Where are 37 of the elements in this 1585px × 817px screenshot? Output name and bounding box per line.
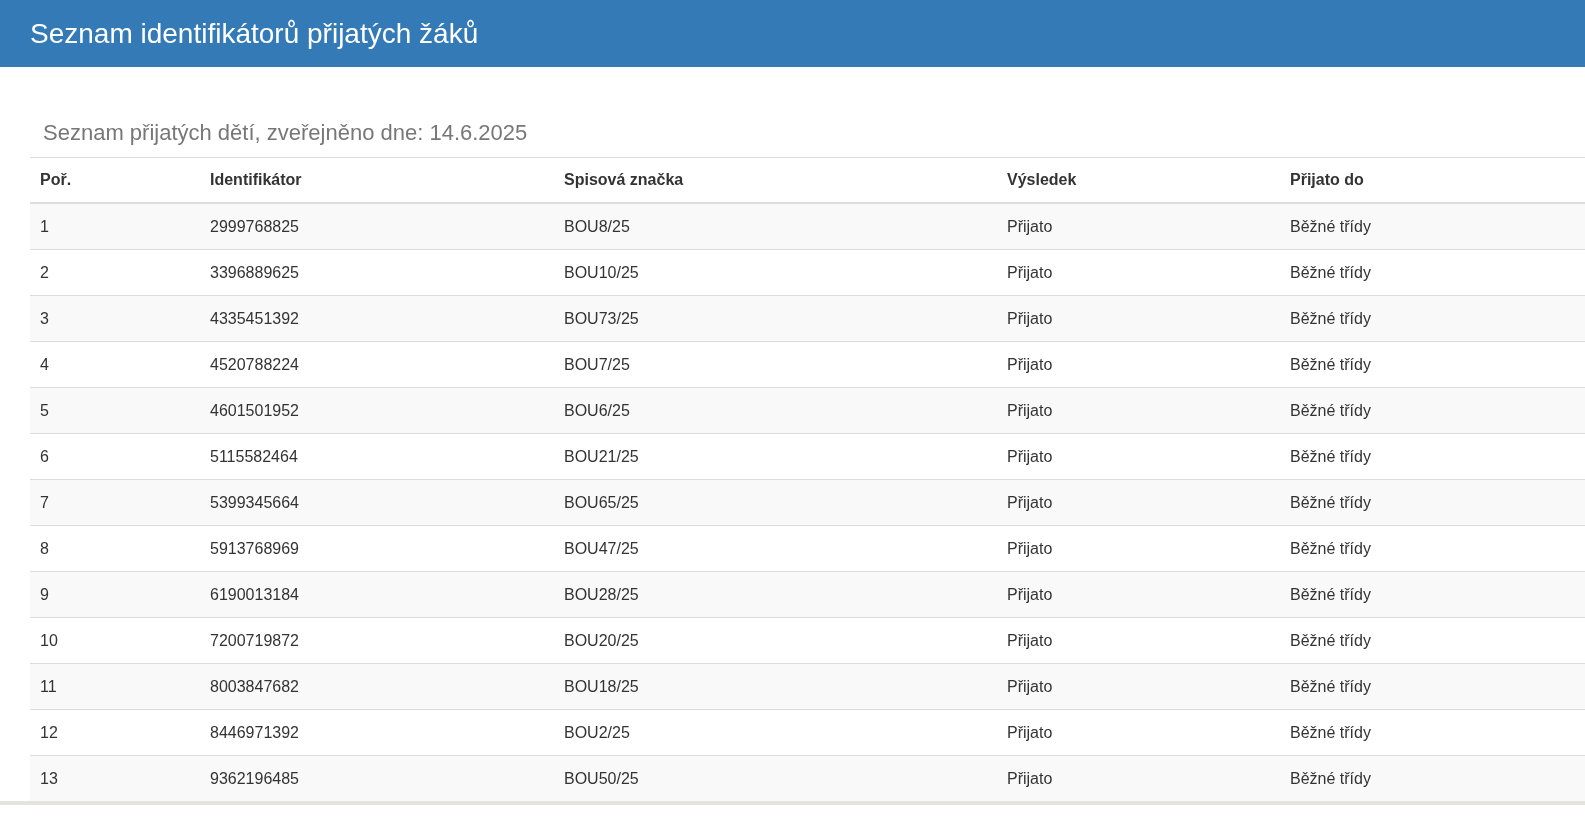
- table-cell: Běžné třídy: [1280, 387, 1585, 434]
- table-cell: Běžné třídy: [1280, 571, 1585, 618]
- table-cell: Přijato: [997, 479, 1280, 526]
- table-cell: BOU6/25: [554, 387, 997, 434]
- table-cell: 1: [30, 203, 200, 250]
- table-cell: Běžné třídy: [1280, 295, 1585, 342]
- table-cell: 4335451392: [200, 295, 554, 342]
- table-cell: 9362196485: [200, 755, 554, 801]
- table-cell: Přijato: [997, 203, 1280, 250]
- table-cell: Běžné třídy: [1280, 203, 1585, 250]
- table-cell: BOU18/25: [554, 663, 997, 710]
- table-cell: 11: [30, 663, 200, 710]
- table-cell: Přijato: [997, 295, 1280, 342]
- table-cell: 5399345664: [200, 479, 554, 526]
- table-cell: 4601501952: [200, 387, 554, 434]
- table-cell: Přijato: [997, 663, 1280, 710]
- table-cell: 9: [30, 571, 200, 618]
- table-cell: BOU73/25: [554, 295, 997, 342]
- table-cell: 8003847682: [200, 663, 554, 710]
- table-cell: Běžné třídy: [1280, 479, 1585, 526]
- list-heading: Seznam přijatých dětí, zveřejněno dne: 14.6.2025: [43, 119, 529, 147]
- table-cell: Běžné třídy: [1280, 663, 1585, 710]
- page-title: Seznam identifikátorů přijatých žáků: [30, 17, 479, 50]
- table-cell: BOU65/25: [554, 479, 997, 526]
- table-cell: 2999768825: [200, 203, 554, 250]
- table-cell: 7: [30, 479, 200, 526]
- table-cell: Přijato: [997, 571, 1280, 618]
- table-cell: 5: [30, 387, 200, 434]
- table-cell: 6190013184: [200, 571, 554, 618]
- table-cell: Přijato: [997, 387, 1280, 434]
- table-cell: BOU50/25: [554, 755, 997, 801]
- table-cell: 13: [30, 755, 200, 801]
- table-cell: Přijato: [997, 755, 1280, 801]
- table-cell: 3: [30, 295, 200, 342]
- table-cell: BOU8/25: [554, 203, 997, 250]
- table-cell: Běžné třídy: [1280, 755, 1585, 801]
- table-cell: BOU28/25: [554, 571, 997, 618]
